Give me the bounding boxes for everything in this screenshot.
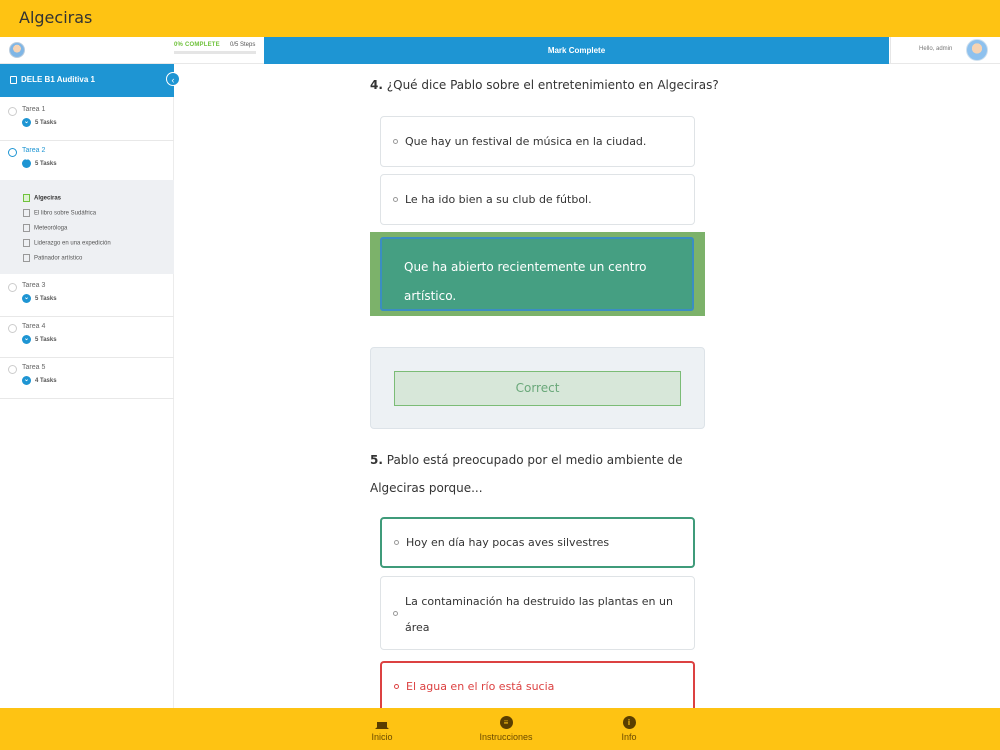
sidebar-lesson-5[interactable]: Tarea 5 ⌄ 4 Tasks — [0, 359, 174, 399]
radio-icon — [393, 139, 398, 144]
greeting: Hello, admin — [919, 46, 953, 52]
lesson-name: Tarea 1 — [22, 106, 46, 113]
sidebar-lesson-3[interactable]: Tarea 3 ⌄ 5 Tasks — [0, 277, 174, 317]
question-4-text: 4. ¿Qué dice Pablo sobre el entretenimie… — [370, 78, 719, 92]
sidebar-lesson-2[interactable]: Tarea 2 ˆ 5 Tasks — [0, 142, 174, 179]
chevron-up-icon: ˆ — [22, 159, 31, 168]
app-title: Algeciras — [19, 8, 93, 27]
chevron-down-icon: ⌄ — [22, 118, 31, 127]
nav-info[interactable]: i Info — [612, 708, 646, 750]
user-menu[interactable]: Hello, admin — [890, 37, 1000, 64]
lesson-name: Tarea 3 — [22, 282, 46, 289]
lesson-status-icon — [8, 324, 17, 333]
document-icon — [23, 224, 30, 232]
progress-track — [174, 51, 256, 54]
lesson-status-icon — [8, 365, 17, 374]
course-avatar — [9, 42, 25, 58]
lesson-topics-list: Algeciras El libro sobre Sudáfrica Meteo… — [0, 180, 174, 274]
progress-percent: 0% COMPLETE — [174, 42, 220, 48]
feedback-panel: Correct — [370, 347, 705, 429]
course-title: DELE B1 Auditiva 1 — [21, 75, 95, 84]
lesson-status-icon — [8, 283, 17, 292]
answer-option[interactable]: Le ha ido bien a su club de fútbol. — [380, 174, 695, 225]
correct-feedback: Correct — [394, 371, 681, 406]
topic-item[interactable]: Algeciras — [23, 194, 61, 202]
chevron-down-icon: ⌄ — [22, 335, 31, 344]
home-icon — [375, 716, 389, 729]
topic-item[interactable]: El libro sobre Sudáfrica — [23, 209, 96, 217]
chevron-down-icon: ⌄ — [22, 376, 31, 385]
lesson-name: Tarea 2 — [22, 147, 46, 154]
sidebar-lesson-1[interactable]: Tarea 1 ⌄ 5 Tasks — [0, 101, 174, 141]
question-5-text: 5. Pablo está preocupado por el medio am… — [370, 453, 683, 495]
lesson-tasks-count: 5 Tasks — [35, 120, 57, 127]
lesson-status-icon — [8, 148, 17, 157]
info-icon: i — [622, 716, 636, 729]
lesson-tasks-toggle[interactable]: ⌄ 4 Tasks — [22, 376, 57, 385]
answer-option-selected[interactable]: Que ha abierto recientemente un centro a… — [380, 237, 694, 311]
lesson-tasks-toggle[interactable]: ⌄ 5 Tasks — [22, 294, 57, 303]
user-avatar[interactable] — [966, 39, 988, 61]
document-icon — [23, 239, 30, 247]
sidebar-lesson-4[interactable]: Tarea 4 ⌄ 5 Tasks — [0, 318, 174, 358]
lesson-status-icon — [8, 107, 17, 116]
lesson-tasks-toggle[interactable]: ⌄ 5 Tasks — [22, 335, 57, 344]
course-sidebar: DELE B1 Auditiva 1 ‹ Tarea 1 ⌄ 5 Tasks Ta… — [0, 64, 180, 708]
answer-option[interactable]: Que hay un festival de música en la ciud… — [380, 116, 695, 167]
chevron-down-icon: ⌄ — [22, 294, 31, 303]
radio-icon — [393, 611, 398, 616]
lesson-tasks-count: 4 Tasks — [35, 378, 57, 385]
progress-steps: 0/5 Steps — [230, 42, 256, 48]
lesson-tasks-count: 5 Tasks — [35, 296, 57, 303]
radio-icon — [394, 540, 399, 545]
lesson-name: Tarea 4 — [22, 323, 46, 330]
topic-item[interactable]: Meteoróloga — [23, 224, 67, 232]
lesson-tasks-count: 5 Tasks — [35, 161, 57, 168]
answer-option-wrong[interactable]: El agua en el río está sucia — [380, 661, 695, 708]
nav-home-label: Inicio — [371, 732, 393, 742]
app-header: Algeciras — [0, 0, 1000, 37]
quiz-content: 4. ¿Qué dice Pablo sobre el entretenimie… — [174, 64, 1000, 708]
course-title-bar[interactable]: DELE B1 Auditiva 1 — [0, 64, 174, 97]
correct-answer-highlight: Que ha abierto recientemente un centro a… — [370, 232, 705, 316]
answer-option[interactable]: La contaminación ha destruido las planta… — [380, 576, 695, 650]
nav-home[interactable]: Inicio — [360, 708, 404, 750]
document-icon — [23, 209, 30, 217]
lesson-tasks-toggle[interactable]: ˆ 5 Tasks — [22, 159, 57, 168]
nav-info-label: Info — [621, 732, 637, 742]
document-icon — [10, 76, 17, 84]
lesson-tasks-count: 5 Tasks — [35, 337, 57, 344]
lesson-name: Tarea 5 — [22, 364, 46, 371]
answer-option-correct[interactable]: Hoy en día hay pocas aves silvestres — [380, 517, 695, 568]
mark-complete-button[interactable]: Mark Complete — [264, 37, 889, 64]
lesson-tasks-toggle[interactable]: ⌄ 5 Tasks — [22, 118, 57, 127]
topic-item[interactable]: Liderazgo en una expedición — [23, 239, 111, 247]
radio-icon — [393, 197, 398, 202]
list-icon: ≡ — [499, 716, 513, 729]
radio-icon — [394, 684, 399, 689]
topic-item[interactable]: Patinador artístico — [23, 254, 82, 262]
nav-instructions-label: Instrucciones — [479, 732, 533, 742]
nav-instructions[interactable]: ≡ Instrucciones — [474, 708, 538, 750]
document-icon — [23, 194, 30, 202]
document-icon — [23, 254, 30, 262]
bottom-navigation: Inicio ≡ Instrucciones i Info — [0, 708, 1000, 750]
